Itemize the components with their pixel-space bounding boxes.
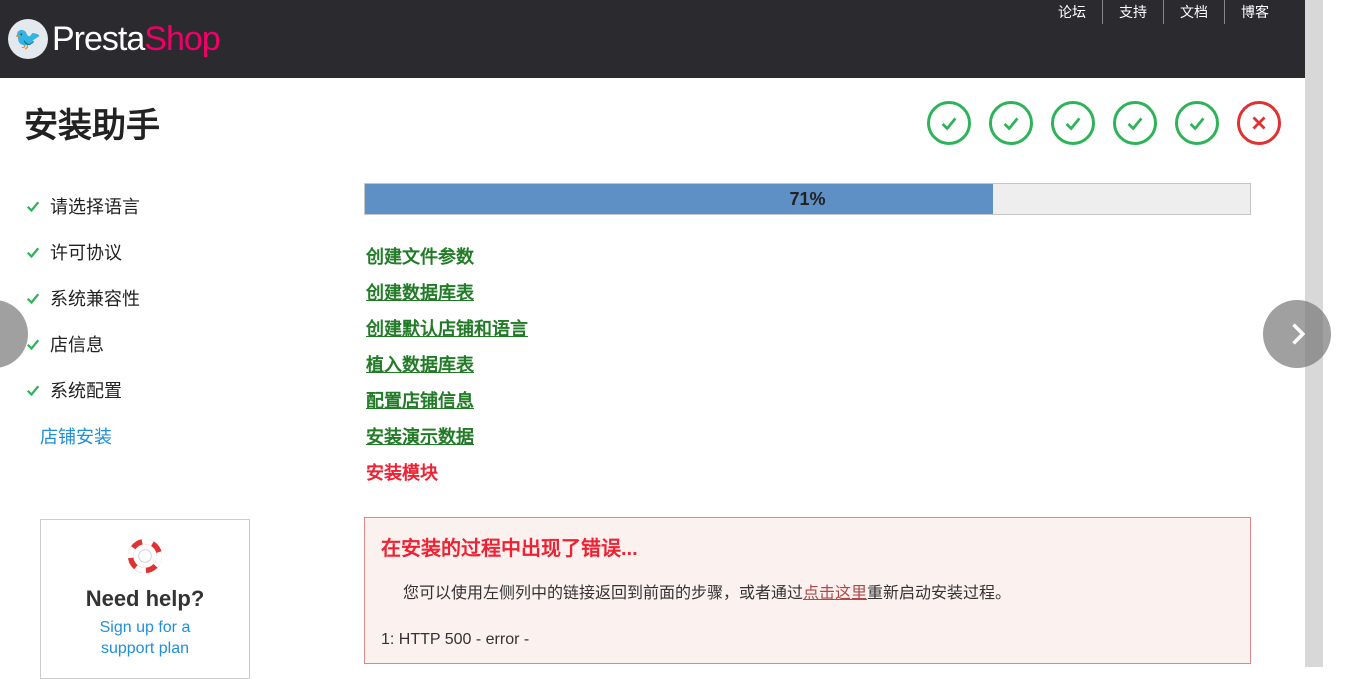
titlebar: 安装助手 <box>24 98 1281 147</box>
step-indicator-ok <box>1051 101 1095 145</box>
error-message: 您可以使用左侧列中的链接返回到前面的步骤，或者通过点击这里重新启动安装过程。 <box>381 579 1234 603</box>
error-code: 1: HTTP 500 - error - <box>381 631 1234 649</box>
sidebar-item-4[interactable]: 系统配置 <box>24 367 324 413</box>
check-icon <box>24 243 42 261</box>
sidebar-item-0[interactable]: 请选择语言 <box>24 183 324 229</box>
help-signup-link[interactable]: Sign up for a support plan <box>53 618 237 660</box>
error-msg-after: 重新启动安装过程。 <box>867 585 1011 602</box>
top-links: 论坛 支持 文档 博客 <box>1042 0 1285 24</box>
chevron-left-icon <box>0 320 8 348</box>
install-task-6: 安装模块 <box>366 459 1251 485</box>
step-indicator-ok <box>989 101 1033 145</box>
install-task-2[interactable]: 创建默认店铺和语言 <box>366 315 1251 341</box>
main: 安装助手 请选择语言许可协议系统兼容性店信息系统配置店铺安装 Need help… <box>0 78 1305 679</box>
install-task-5[interactable]: 安装演示数据 <box>366 423 1251 449</box>
sidebar-item-3[interactable]: 店信息 <box>24 321 324 367</box>
progress-bar: 71% <box>364 183 1251 215</box>
install-panel: 71% 创建文件参数创建数据库表创建默认店铺和语言植入数据库表配置店铺信息安装演… <box>364 183 1281 679</box>
sidebar-item-1[interactable]: 许可协议 <box>24 229 324 275</box>
check-icon <box>24 381 42 399</box>
step-indicator-ok <box>927 101 971 145</box>
check-icon <box>24 197 42 215</box>
step-indicator-fail <box>1237 101 1281 145</box>
install-task-1[interactable]: 创建数据库表 <box>366 279 1251 305</box>
sidebar-item-2[interactable]: 系统兼容性 <box>24 275 324 321</box>
step-circles <box>927 101 1281 145</box>
sidebar-item-label: 系统兼容性 <box>50 285 140 311</box>
error-msg-before: 您可以使用左侧列中的链接返回到前面的步骤，或者通过 <box>403 585 803 602</box>
sidebar-item-label: 请选择语言 <box>50 193 140 219</box>
task-list: 创建文件参数创建数据库表创建默认店铺和语言植入数据库表配置店铺信息安装演示数据安… <box>364 243 1251 485</box>
install-task-3[interactable]: 植入数据库表 <box>366 351 1251 377</box>
sidebar-item-label: 店铺安装 <box>40 423 112 449</box>
sidebar-item-5[interactable]: 店铺安装 <box>24 413 324 459</box>
sidebar: 请选择语言许可协议系统兼容性店信息系统配置店铺安装 Need help? Sig… <box>24 183 324 679</box>
error-restart-link[interactable]: 点击这里 <box>803 585 867 602</box>
install-task-0: 创建文件参数 <box>366 243 1251 269</box>
toplink-forum[interactable]: 论坛 <box>1042 0 1103 24</box>
help-title: Need help? <box>53 586 237 612</box>
toplink-blog[interactable]: 博客 <box>1225 0 1285 24</box>
step-indicator-ok <box>1113 101 1157 145</box>
logo-text: PrestaShop <box>52 20 220 59</box>
install-task-4[interactable]: 配置店铺信息 <box>366 387 1251 413</box>
help-line2: support plan <box>101 640 189 657</box>
chevron-right-icon <box>1283 320 1311 348</box>
logo-icon: 🐦 <box>8 19 48 59</box>
sidebar-item-label: 店信息 <box>50 331 104 357</box>
logo-text-b: Shop <box>144 20 219 58</box>
check-icon <box>24 289 42 307</box>
toplink-support[interactable]: 支持 <box>1103 0 1164 24</box>
help-box: Need help? Sign up for a support plan <box>40 519 250 679</box>
content: 请选择语言许可协议系统兼容性店信息系统配置店铺安装 Need help? Sig… <box>24 183 1281 679</box>
progress-label: 71% <box>365 184 1250 214</box>
logo: 🐦 PrestaShop <box>8 19 220 59</box>
help-line1: Sign up for a <box>100 619 191 636</box>
error-title: 在安装的过程中出现了错误... <box>381 532 1234 561</box>
sidebar-item-label: 系统配置 <box>50 377 122 403</box>
page-title: 安装助手 <box>24 98 160 147</box>
sidebar-item-label: 许可协议 <box>50 239 122 265</box>
step-indicator-ok <box>1175 101 1219 145</box>
error-box: 在安装的过程中出现了错误... 您可以使用左侧列中的链接返回到前面的步骤，或者通… <box>364 517 1251 664</box>
logo-text-a: Presta <box>52 20 144 58</box>
carousel-next-button[interactable] <box>1263 300 1331 368</box>
toplink-docs[interactable]: 文档 <box>1164 0 1225 24</box>
lifering-icon <box>127 538 163 574</box>
